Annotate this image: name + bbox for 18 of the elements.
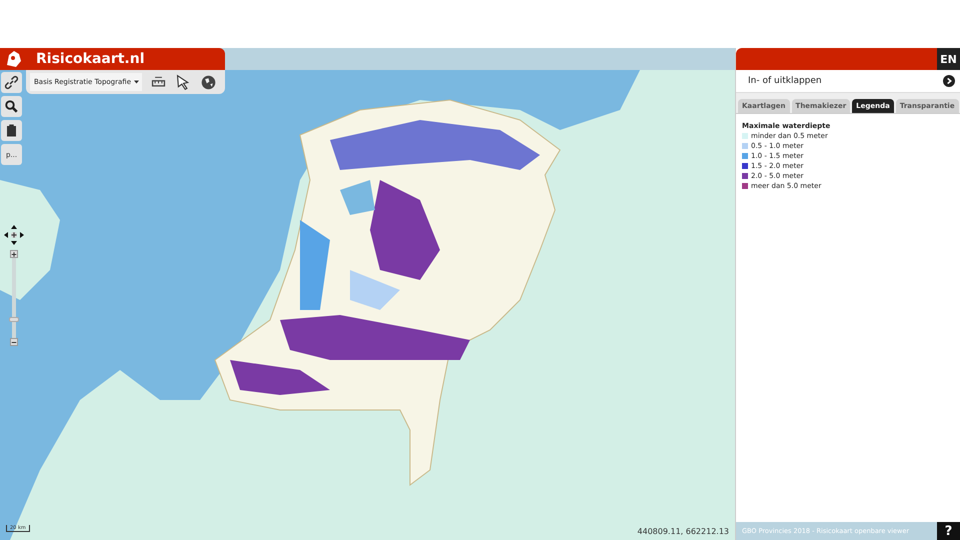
language-button[interactable]: EN — [937, 48, 960, 70]
zoom-slider-thumb[interactable] — [9, 317, 19, 322]
zoom-in-button[interactable] — [10, 250, 18, 258]
search-icon — [4, 99, 19, 114]
coordinates-text: 440809.11, 662212.13 — [637, 527, 729, 536]
pan-control-icon[interactable] — [3, 224, 25, 246]
link-button[interactable] — [1, 72, 22, 93]
help-button[interactable]: ? — [937, 522, 960, 540]
plus-icon — [11, 250, 17, 258]
chevron-right-icon — [943, 75, 955, 87]
caret-icon — [134, 80, 139, 84]
site-title: Risicokaart.nl — [36, 51, 145, 67]
zoom-out-button[interactable] — [10, 338, 18, 346]
clipboard-button[interactable] — [1, 120, 22, 141]
cursor-icon[interactable] — [175, 74, 192, 90]
link-icon — [4, 75, 19, 90]
zoom-button[interactable] — [1, 96, 22, 117]
toggle-label: In- of uitklappen — [748, 76, 822, 86]
